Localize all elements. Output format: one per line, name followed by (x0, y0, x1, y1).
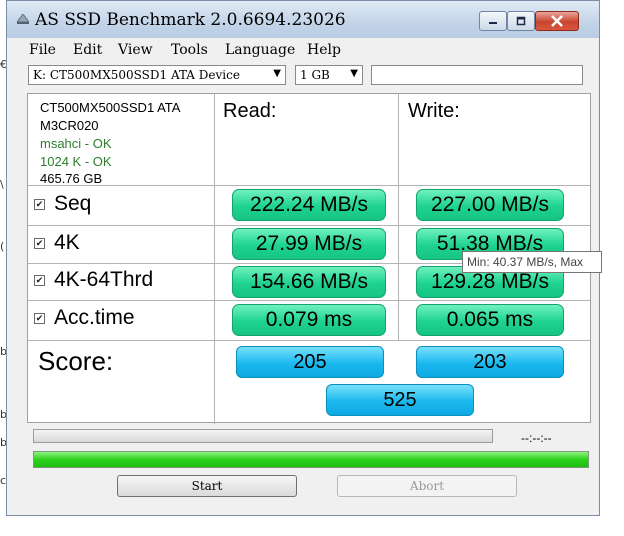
maximize-icon (516, 16, 526, 26)
score-total: 525 (326, 384, 474, 416)
score-write: 203 (416, 346, 564, 378)
title-bar[interactable]: AS SSD Benchmark 2.0.6694.23026 (7, 1, 599, 38)
4k-label: 4K (54, 231, 80, 254)
overall-progress-fill (34, 452, 588, 467)
test-progress-bar (33, 429, 493, 443)
grid-divider (214, 94, 215, 424)
menu-help[interactable]: Help (307, 42, 341, 58)
seq-read-value: 222.24 MB/s (232, 189, 386, 221)
seq-checkbox[interactable]: ✔ (34, 199, 45, 210)
chevron-down-icon: ▼ (350, 68, 358, 79)
close-icon (551, 15, 563, 27)
acctime-checkbox[interactable]: ✔ (34, 313, 45, 324)
menu-tools[interactable]: Tools (171, 42, 208, 58)
write-header: Write: (408, 100, 460, 122)
menu-bar: File Edit View Tools Language Help (7, 38, 599, 60)
elapsed-timer: --:--:-- (521, 431, 552, 445)
grid-divider (398, 94, 399, 340)
start-button[interactable]: Start (117, 475, 297, 497)
acctime-write-value: 0.065 ms (416, 304, 564, 336)
grid-divider (28, 300, 590, 301)
drive-select[interactable]: K: CT500MX500SSD1 ATA Device ▼ (28, 65, 286, 85)
alignment-status: 1024 K - OK (40, 154, 112, 169)
menu-file[interactable]: File (29, 42, 56, 58)
close-button[interactable] (535, 11, 579, 31)
grid-divider (28, 185, 590, 186)
4k64-label: 4K-64Thrd (54, 268, 154, 291)
menu-edit[interactable]: Edit (73, 42, 102, 58)
abort-button[interactable]: Abort (337, 475, 517, 497)
4k64-read-value: 154.66 MB/s (232, 266, 386, 298)
minimize-icon (489, 22, 497, 24)
4k-checkbox[interactable]: ✔ (34, 238, 45, 249)
edge-glyph: ( (0, 240, 5, 253)
seq-write-value: 227.00 MB/s (416, 189, 564, 221)
acctime-label: Acc.time (54, 306, 135, 329)
extra-input[interactable] (371, 65, 583, 85)
drive-model: CT500MX500SSD1 ATA (40, 100, 181, 115)
drive-capacity: 465.76 GB (40, 171, 103, 183)
drive-firmware: M3CR020 (40, 118, 99, 133)
overall-progress-bar (33, 451, 589, 468)
acctime-read-value: 0.079 ms (232, 304, 386, 336)
seq-label: Seq (54, 192, 92, 215)
edge-glyph: \ (0, 178, 4, 191)
menu-view[interactable]: View (118, 42, 153, 58)
chevron-down-icon: ▼ (273, 68, 281, 79)
grid-divider (28, 225, 590, 226)
value-tooltip: Min: 40.37 MB/s, Max (462, 251, 602, 273)
read-header: Read: (223, 100, 277, 122)
maximize-button[interactable] (507, 11, 535, 31)
score-label: Score: (38, 346, 114, 376)
drive-select-value: K: CT500MX500SSD1 ATA Device (33, 68, 240, 82)
menu-language[interactable]: Language (225, 42, 295, 58)
4k64-checkbox[interactable]: ✔ (34, 275, 45, 286)
4k-read-value: 27.99 MB/s (232, 228, 386, 260)
size-select[interactable]: 1 GB ▼ (295, 65, 363, 85)
window-title: AS SSD Benchmark 2.0.6694.23026 (35, 10, 346, 30)
drive-icon (17, 14, 29, 24)
grid-divider (28, 340, 590, 341)
minimize-button[interactable] (479, 11, 507, 31)
msahci-status: msahci - OK (40, 136, 112, 151)
size-select-value: 1 GB (300, 68, 330, 82)
score-read: 205 (236, 346, 384, 378)
